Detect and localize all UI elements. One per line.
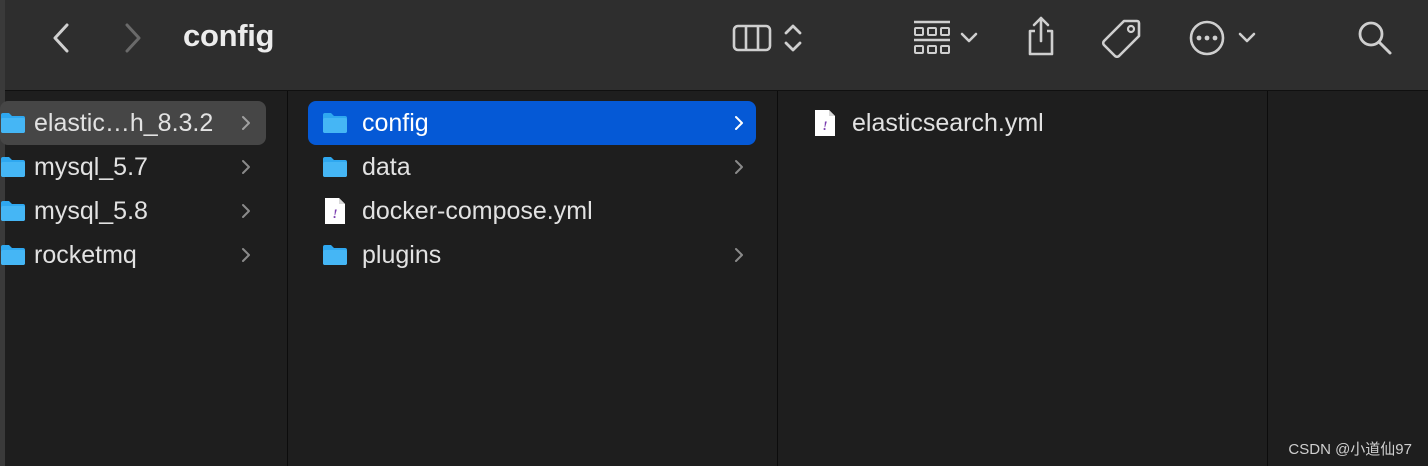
- view-mode-button[interactable]: [723, 18, 813, 58]
- back-button[interactable]: [45, 18, 77, 58]
- list-item[interactable]: rocketmq: [0, 233, 266, 277]
- list-item[interactable]: mysql_5.8: [0, 189, 266, 233]
- window-title: config: [183, 18, 275, 53]
- ellipsis-circle-icon: [1189, 20, 1225, 56]
- folder-icon: [1, 113, 25, 133]
- list-item[interactable]: elastic…h_8.3.2: [0, 101, 266, 145]
- column-1[interactable]: elastic…h_8.3.2 mysql_5.7 mysql_5.8 rock…: [0, 91, 288, 466]
- toolbar: config: [5, 0, 1428, 91]
- folder-icon: [1, 201, 25, 221]
- watermark: CSDN @小道仙97: [1288, 441, 1412, 458]
- tag-icon: [1101, 19, 1141, 58]
- folder-icon: [323, 245, 347, 265]
- folder-icon: [1, 157, 25, 177]
- chevron-right-icon: [242, 116, 250, 130]
- chevron-right-icon: [242, 160, 250, 174]
- list-item-label: data: [362, 153, 411, 181]
- list-item[interactable]: ! elasticsearch.yml: [798, 101, 1246, 145]
- chevron-right-icon: [735, 116, 743, 130]
- up-down-chevron-icon: [784, 24, 802, 52]
- list-item[interactable]: ! docker-compose.yml: [308, 189, 756, 233]
- chevron-right-icon: [735, 160, 743, 174]
- folder-icon: [1, 245, 25, 265]
- list-item-label: plugins: [362, 241, 442, 269]
- list-item-label: mysql_5.7: [34, 153, 148, 181]
- list-item-label: elastic…h_8.3.2: [34, 109, 214, 137]
- list-item[interactable]: config: [308, 101, 756, 145]
- tags-button[interactable]: [1097, 16, 1145, 60]
- search-icon: [1358, 21, 1392, 55]
- column-browser: elastic…h_8.3.2 mysql_5.7 mysql_5.8 rock…: [0, 91, 1428, 466]
- group-button[interactable]: [905, 16, 985, 60]
- chevron-left-icon: [53, 23, 69, 53]
- forward-button[interactable]: [117, 18, 149, 58]
- more-actions-button[interactable]: [1181, 16, 1263, 60]
- share-button[interactable]: [1021, 12, 1061, 60]
- chevron-right-icon: [242, 204, 250, 218]
- chevron-right-icon: [735, 248, 743, 262]
- grid-group-icon: [914, 20, 950, 54]
- list-item[interactable]: data: [308, 145, 756, 189]
- list-item-label: mysql_5.8: [34, 197, 148, 225]
- svg-text:!: !: [332, 206, 337, 221]
- svg-text:!: !: [822, 118, 827, 133]
- share-icon: [1028, 16, 1054, 56]
- chevron-right-icon: [242, 248, 250, 262]
- list-item-label: elasticsearch.yml: [852, 109, 1044, 137]
- list-item-label: rocketmq: [34, 241, 137, 269]
- column-view-icon: [732, 24, 772, 52]
- chevron-right-icon: [125, 23, 141, 53]
- chevron-down-icon: [960, 32, 978, 43]
- chevron-down-icon: [1238, 32, 1256, 43]
- yml-file-icon: !: [325, 198, 345, 224]
- list-item[interactable]: plugins: [308, 233, 756, 277]
- folder-icon: [323, 157, 347, 177]
- list-item-label: docker-compose.yml: [362, 197, 593, 225]
- column-4[interactable]: [1268, 91, 1428, 466]
- column-3[interactable]: ! elasticsearch.yml: [778, 91, 1268, 466]
- folder-icon: [323, 113, 347, 133]
- column-2[interactable]: config data ! docker-compose.yml plugins: [288, 91, 778, 466]
- list-item[interactable]: mysql_5.7: [0, 145, 266, 189]
- search-button[interactable]: [1355, 18, 1395, 58]
- yml-file-icon: !: [815, 110, 835, 136]
- list-item-label: config: [362, 109, 429, 137]
